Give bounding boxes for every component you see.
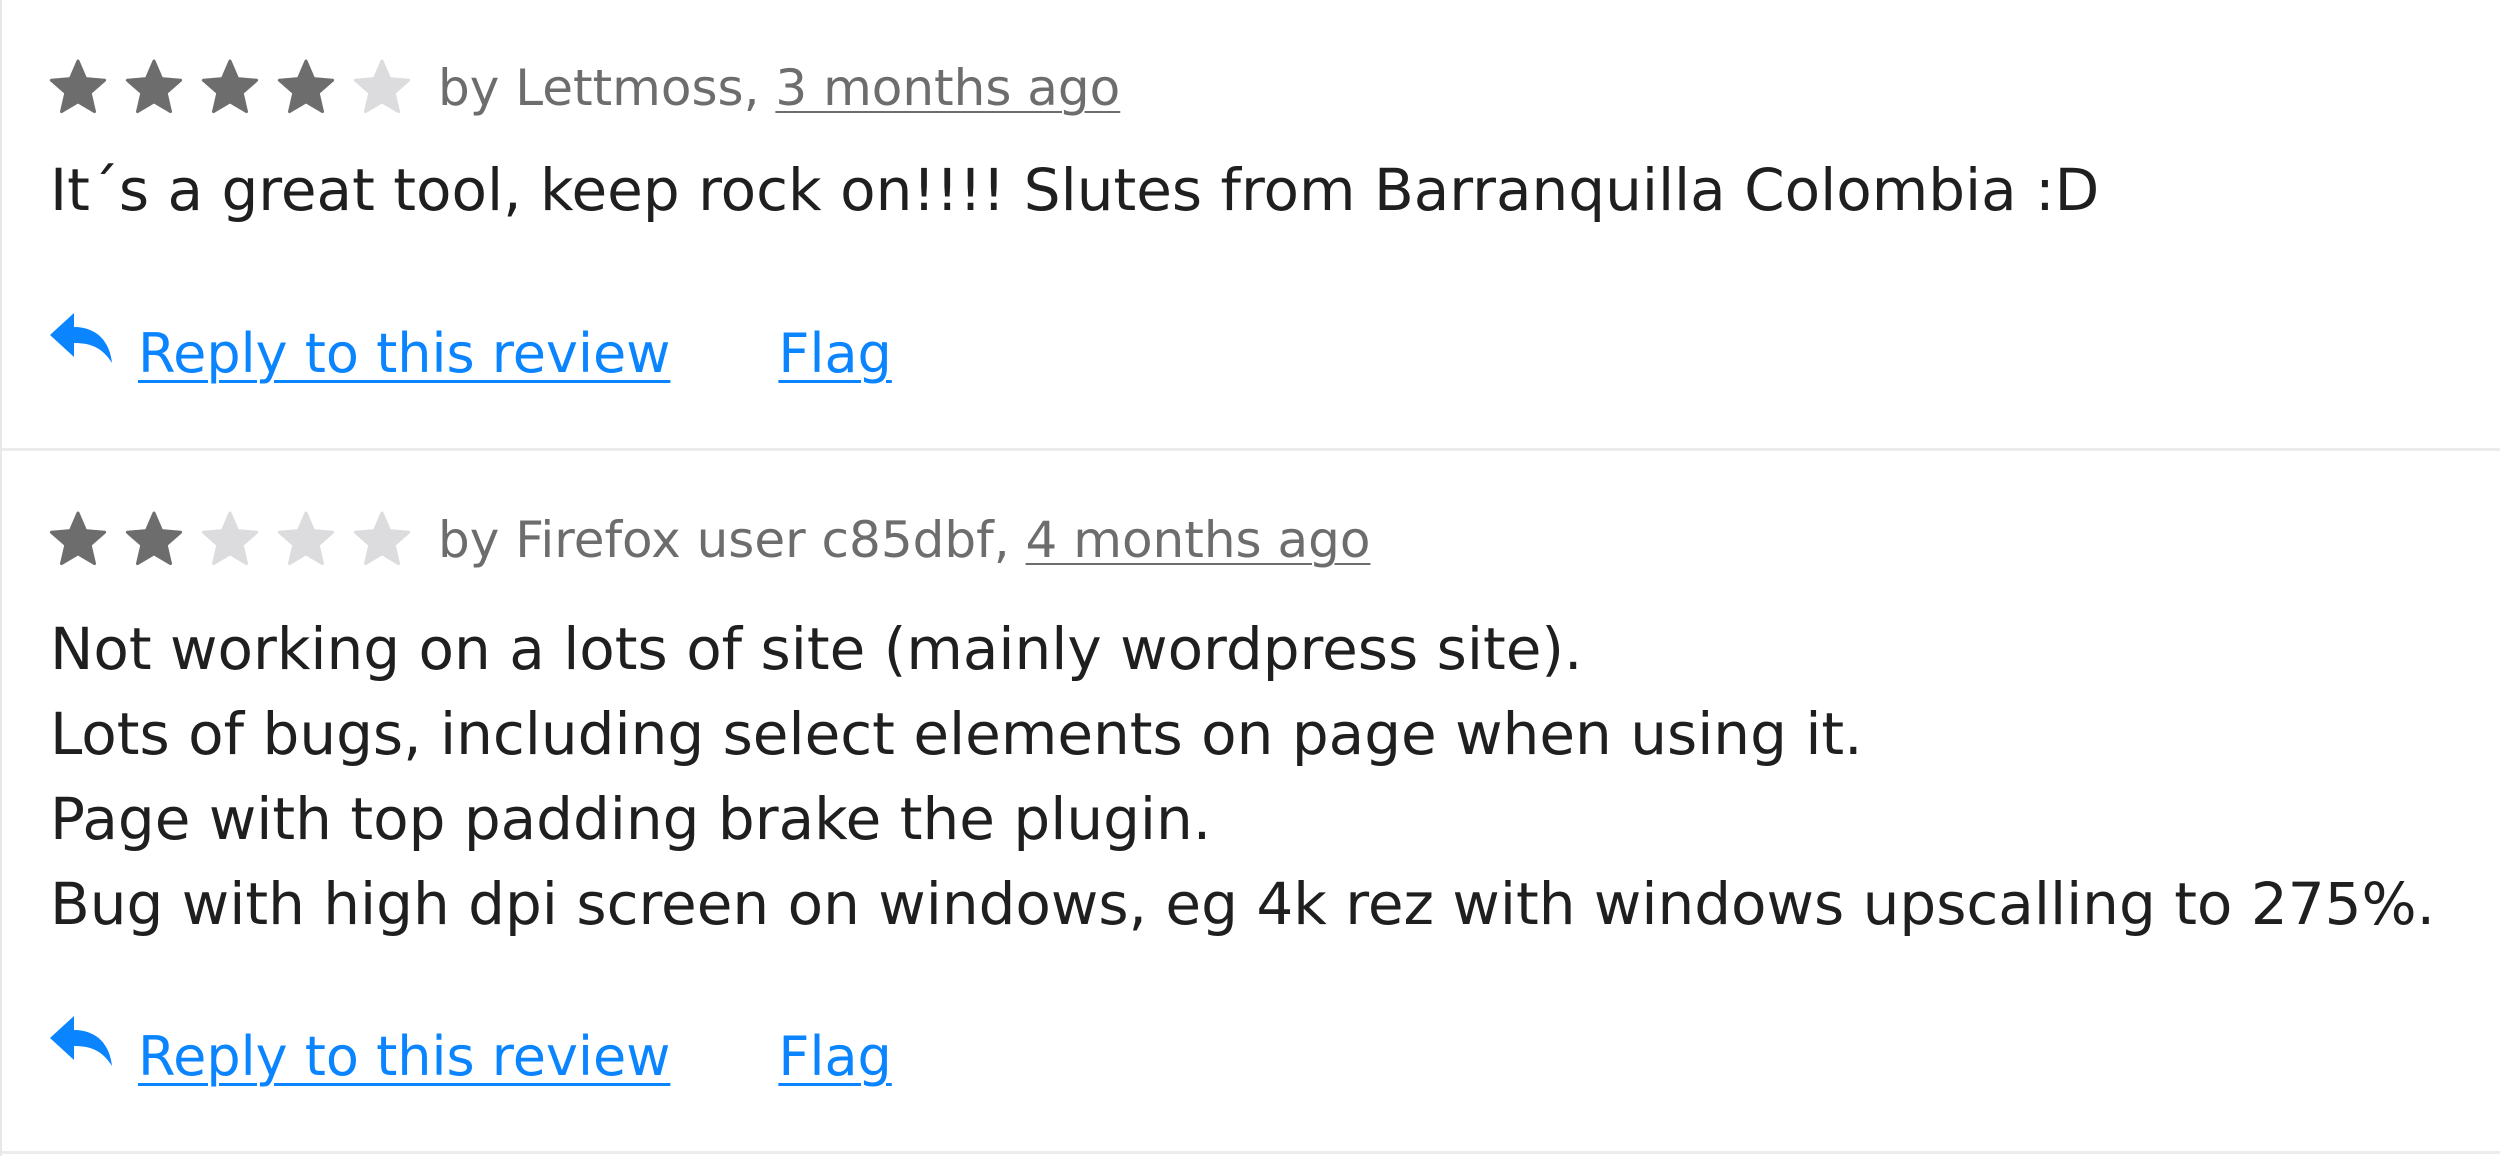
flag-review-link[interactable]: Flag: [778, 322, 891, 385]
star-icon: [276, 510, 336, 570]
star-icon: [200, 510, 260, 570]
review-actions: Reply to this review Flag: [48, 308, 892, 398]
star-icon: [352, 510, 412, 570]
star-icon: [48, 58, 108, 118]
star-rating: [48, 58, 412, 118]
reply-to-review-link[interactable]: Reply to this review: [138, 322, 670, 385]
reply-arrow-icon[interactable]: [48, 309, 114, 369]
review-list: by Lettmoss, 3 months ago It´s a great t…: [0, 0, 2500, 1156]
star-icon: [200, 58, 260, 118]
review-date-link[interactable]: 4 months ago: [1026, 511, 1371, 569]
review-item: by Firefox user c85dbf, 4 months ago Not…: [2, 451, 2500, 1154]
star-icon: [124, 58, 184, 118]
flag-review-link[interactable]: Flag: [778, 1025, 891, 1088]
star-rating: [48, 510, 412, 570]
star-icon: [352, 58, 412, 118]
review-author: by Lettmoss, 3 months ago: [438, 59, 1120, 117]
author-label: by Lettmoss,: [438, 59, 776, 117]
review-item: by Lettmoss, 3 months ago It´s a great t…: [2, 0, 2500, 451]
review-date-link[interactable]: 3 months ago: [775, 59, 1120, 117]
review-author: by Firefox user c85dbf, 4 months ago: [438, 511, 1370, 569]
review-byline: by Lettmoss, 3 months ago: [48, 48, 1120, 128]
star-icon: [276, 58, 336, 118]
review-body: It´s a great tool, keep rock on!!!! Slut…: [50, 156, 2100, 224]
reply-arrow-icon[interactable]: [48, 1012, 114, 1072]
author-label: by Firefox user c85dbf,: [438, 511, 1026, 569]
review-byline: by Firefox user c85dbf, 4 months ago: [48, 500, 1370, 580]
review-body: Not working on a lots of site (mainly wo…: [50, 615, 2436, 938]
review-actions: Reply to this review Flag: [48, 1011, 892, 1101]
reply-to-review-link[interactable]: Reply to this review: [138, 1025, 670, 1088]
star-icon: [48, 510, 108, 570]
star-icon: [124, 510, 184, 570]
